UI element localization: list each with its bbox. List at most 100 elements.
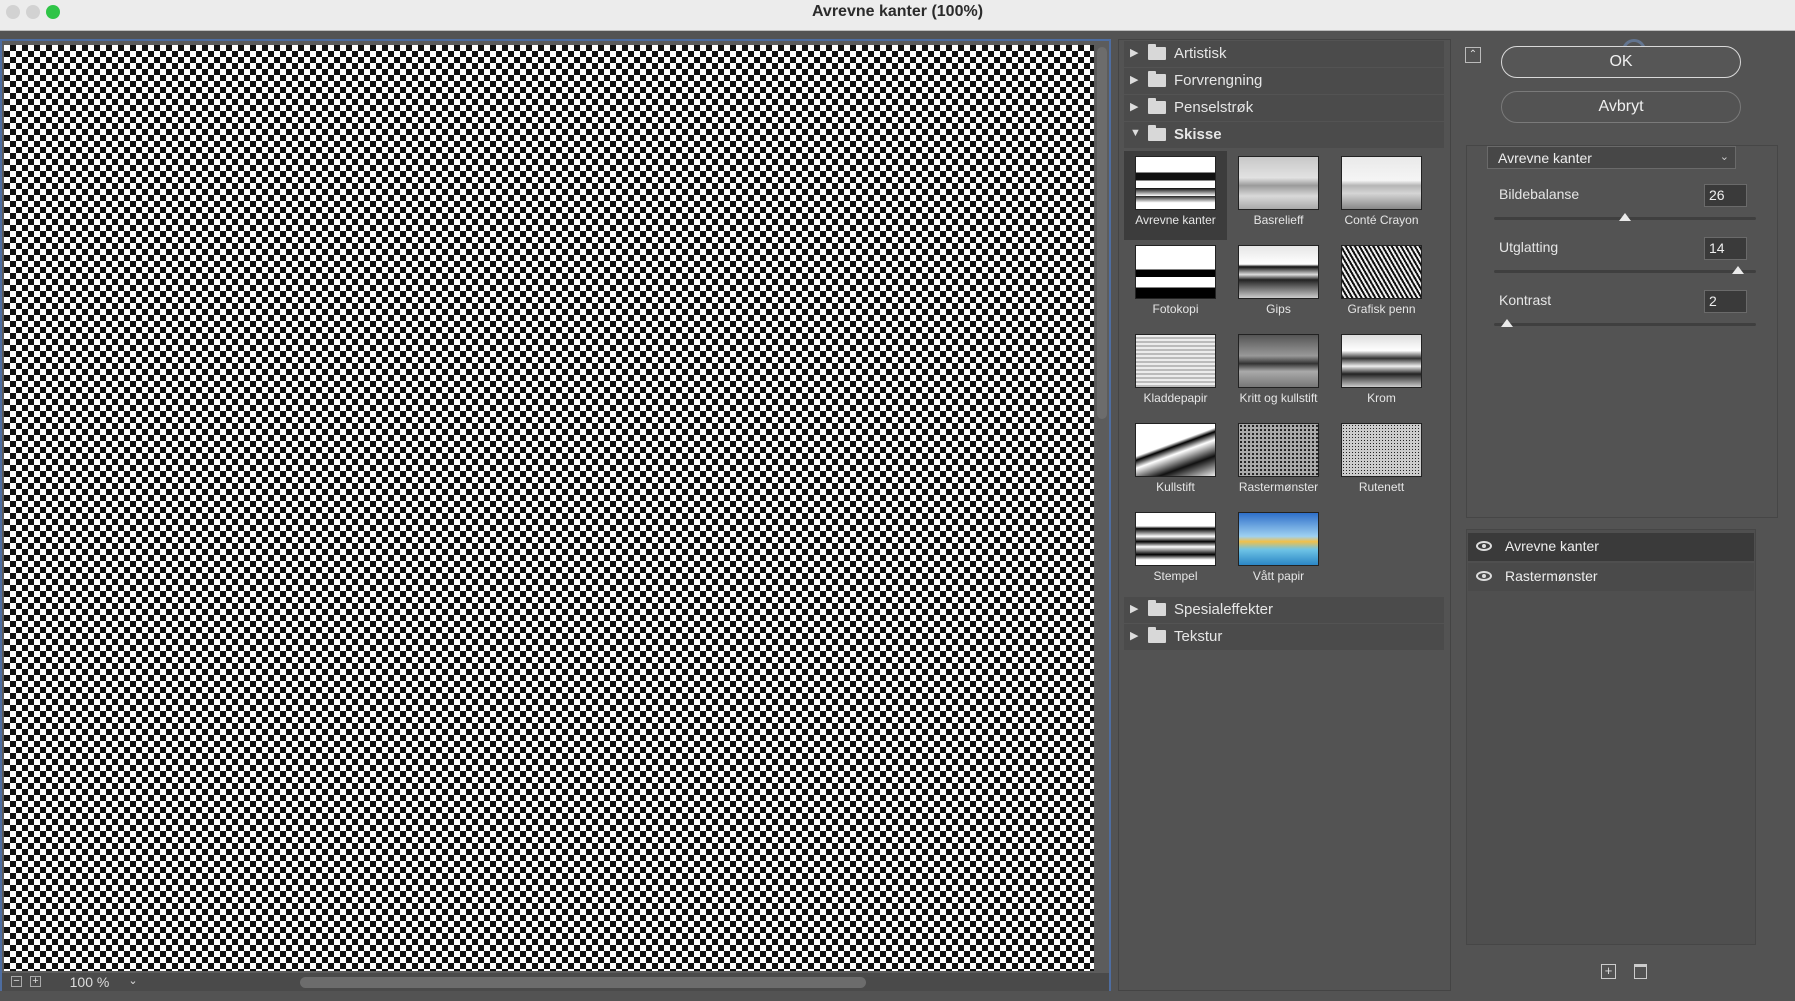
filter-preview-image: [1238, 512, 1319, 566]
preview-vertical-scrollbar[interactable]: [1097, 47, 1107, 419]
filter-thumb-gips[interactable]: Gips: [1227, 240, 1330, 329]
window-title: Avrevne kanter (100%): [811, 3, 984, 20]
slider-track-kontrast[interactable]: [1494, 323, 1756, 326]
param-label-bildebalanse: Bildebalanse: [1499, 186, 1580, 202]
filter-label: Conté Crayon: [1344, 213, 1419, 227]
category-label: Forvrengning: [1174, 72, 1263, 89]
folder-icon: [1148, 71, 1166, 87]
preview-zoom-bar: − + 100 % ⌄: [2, 973, 1109, 991]
cancel-button[interactable]: Avbryt: [1501, 91, 1741, 123]
filter-label: Avrevne kanter: [1135, 213, 1216, 227]
filter-thumb-fotokopi[interactable]: Fotokopi: [1124, 240, 1227, 329]
folder-icon: [1148, 627, 1166, 643]
filter-preview-image: [1135, 512, 1216, 566]
settings-panel: ⌃ OK Avbryt Avrevne kanter ⌄ Bildebalans…: [1459, 39, 1795, 991]
filter-preview-image: [1238, 245, 1319, 299]
filter-thumb-rastermonster[interactable]: Rastermønster: [1227, 418, 1330, 507]
slider-track-utglatting[interactable]: [1494, 270, 1756, 273]
expand-arrow-icon: ▶: [1130, 74, 1139, 86]
filter-preview-image: [1341, 334, 1422, 388]
category-label: Skisse: [1174, 126, 1222, 143]
filter-thumb-krom[interactable]: Krom: [1330, 329, 1433, 418]
filter-preview-image: [1341, 423, 1422, 477]
filter-label: Vått papir: [1252, 569, 1305, 583]
collapse-panel-icon[interactable]: ⌃: [1465, 47, 1481, 63]
preview-canvas[interactable]: [4, 45, 1094, 971]
filter-label: Kullstift: [1156, 480, 1195, 494]
slider-handle-utglatting[interactable]: [1731, 266, 1744, 274]
param-label-utglatting: Utglatting: [1499, 239, 1559, 255]
effect-layer-label: Avrevne kanter: [1505, 538, 1599, 554]
filter-thumb-kullstift[interactable]: Kullstift: [1124, 418, 1227, 507]
filter-preview-image: [1341, 245, 1422, 299]
new-effect-layer-icon[interactable]: +: [1601, 964, 1616, 979]
filter-label: Rastermønster: [1238, 480, 1319, 494]
preview-horizontal-scrollbar[interactable]: [300, 977, 866, 988]
category-label: Artistisk: [1174, 45, 1227, 62]
param-input-bildebalanse[interactable]: 26: [1704, 184, 1747, 207]
filter-preview-image: [1135, 156, 1216, 210]
filter-thumb-avrevne-kanter[interactable]: Avrevne kanter: [1124, 151, 1227, 240]
filter-preview-image: [1341, 156, 1422, 210]
expand-arrow-icon: ▶: [1130, 47, 1139, 59]
category-tekstur[interactable]: ▶ Tekstur: [1124, 624, 1444, 650]
category-spesialeffekter[interactable]: ▶ Spesialeffekter: [1124, 597, 1444, 623]
eye-icon[interactable]: [1476, 541, 1492, 551]
expand-arrow-icon: ▶: [1130, 630, 1139, 642]
filter-thumb-kladdepapir[interactable]: Kladdepapir: [1124, 329, 1227, 418]
effect-layers-list: Avrevne kanter Rastermønster: [1466, 529, 1756, 945]
filter-thumb-rutenett[interactable]: Rutenett: [1330, 418, 1433, 507]
filter-label: Kritt og kullstift: [1239, 391, 1318, 405]
filter-gallery: ▶ Artistisk ▶ Forvrengning ▶ Penselstrøk…: [1118, 39, 1451, 991]
slider-handle-bildebalanse[interactable]: [1619, 213, 1631, 221]
zoom-level[interactable]: 100 %: [57, 974, 122, 990]
expand-arrow-icon: ▶: [1130, 603, 1139, 615]
filter-thumb-conte-crayon[interactable]: Conté Crayon: [1330, 151, 1433, 240]
folder-icon: [1148, 44, 1166, 60]
filter-label: Gips: [1266, 302, 1291, 316]
filter-label: Rutenett: [1358, 480, 1405, 494]
filter-thumb-kritt-og-kullstift[interactable]: Kritt og kullstift: [1227, 329, 1330, 418]
filter-preview-image: [1238, 334, 1319, 388]
folder-icon: [1148, 600, 1166, 616]
param-input-kontrast[interactable]: 2: [1704, 290, 1747, 313]
preview-panel: − + 100 % ⌄: [0, 39, 1111, 991]
category-label: Spesialeffekter: [1174, 601, 1273, 618]
category-penselstrok[interactable]: ▶ Penselstrøk: [1124, 95, 1444, 121]
filter-thumb-basrelieff[interactable]: Basrelieff: [1227, 151, 1330, 240]
param-label-kontrast: Kontrast: [1499, 292, 1552, 308]
filter-preview-image: [1135, 334, 1216, 388]
filter-preview-image: [1135, 245, 1216, 299]
filter-thumb-vatt-papir[interactable]: Vått papir: [1227, 507, 1330, 596]
filter-preview-image: [1238, 423, 1319, 477]
filter-select[interactable]: Avrevne kanter ⌄: [1487, 146, 1736, 169]
category-artistisk[interactable]: ▶ Artistisk: [1124, 41, 1444, 67]
filter-select-value: Avrevne kanter: [1498, 150, 1592, 166]
category-label: Penselstrøk: [1174, 99, 1254, 116]
ok-button[interactable]: OK: [1501, 46, 1741, 78]
chevron-down-icon: ⌄: [1719, 151, 1729, 163]
chevron-down-icon[interactable]: ⌄: [126, 973, 140, 989]
effect-layer-row[interactable]: Avrevne kanter: [1468, 533, 1754, 561]
slider-handle-kontrast[interactable]: [1501, 319, 1514, 327]
zoom-in-button[interactable]: +: [30, 976, 41, 987]
eye-icon[interactable]: [1476, 571, 1492, 581]
category-forvrengning[interactable]: ▶ Forvrengning: [1124, 68, 1444, 94]
filter-label: Krom: [1367, 391, 1396, 405]
effect-layer-row[interactable]: Rastermønster: [1468, 563, 1754, 591]
category-skisse[interactable]: ▼ Skisse: [1124, 122, 1444, 148]
filter-thumb-stempel[interactable]: Stempel: [1124, 507, 1227, 596]
trash-icon[interactable]: [1634, 964, 1647, 979]
filter-label: Stempel: [1153, 569, 1198, 583]
filter-preview-image: [1135, 423, 1216, 477]
folder-icon: [1148, 98, 1166, 114]
collapse-arrow-icon: ▼: [1130, 127, 1141, 139]
zoom-out-button[interactable]: −: [11, 976, 22, 987]
effect-layer-label: Rastermønster: [1505, 568, 1598, 584]
param-input-utglatting[interactable]: 14: [1704, 237, 1747, 260]
filter-label: Basrelieff: [1253, 213, 1304, 227]
folder-icon: [1148, 125, 1166, 141]
filter-preview-image: [1238, 156, 1319, 210]
filter-label: Grafisk penn: [1347, 302, 1416, 316]
filter-thumb-grafisk-penn[interactable]: Grafisk penn: [1330, 240, 1433, 329]
